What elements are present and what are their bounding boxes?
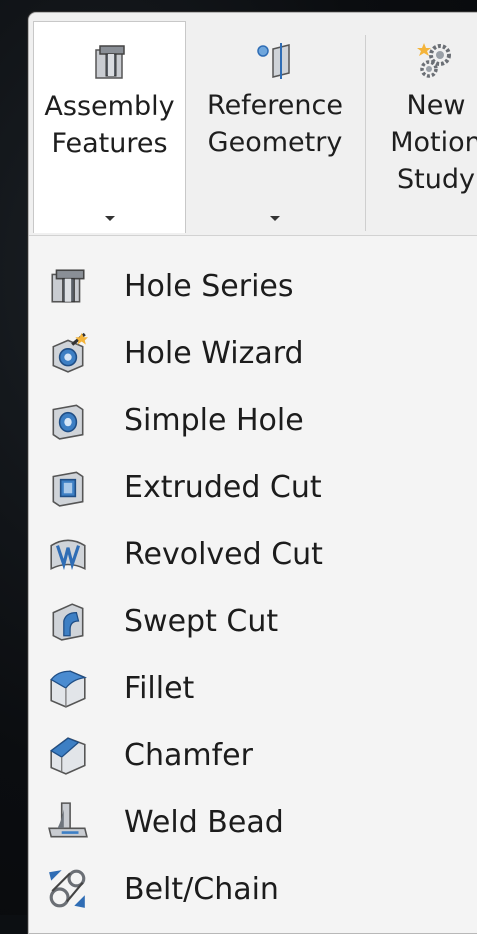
swept-cut-icon (52, 603, 84, 641)
new-motion-study-button[interactable]: New Motion Study (373, 21, 477, 233)
chevron-down-icon[interactable] (104, 216, 115, 221)
menu-item-label: Simple Hole (124, 402, 304, 438)
belt-chain-icon (49, 869, 86, 908)
revolved-cut-icon (50, 539, 86, 571)
commandmanager-panel: Assembly Features Reference Geometry New… (28, 12, 477, 934)
menu-item-belt-chain[interactable]: Belt/Chain (29, 859, 477, 919)
menu-item-weld-bead[interactable]: Weld Bead (29, 792, 477, 852)
menu-item-label: Hole Wizard (124, 335, 304, 371)
menu-item-label: Weld Bead (124, 804, 284, 840)
menu-item-label: Hole Series (124, 268, 294, 304)
extruded-cut-icon (52, 471, 84, 507)
menu-item-simple-hole[interactable]: Simple Hole (29, 390, 477, 450)
hole-series-icon (51, 269, 85, 303)
ribbon-divider (365, 35, 366, 231)
menu-item-hole-series[interactable]: Hole Series (29, 256, 477, 316)
menu-item-revolved-cut[interactable]: Revolved Cut (29, 524, 477, 584)
menu-item-label: Belt/Chain (124, 871, 279, 907)
reference-geometry-label-line1: Reference (207, 90, 343, 121)
menu-item-label: Swept Cut (124, 603, 279, 639)
menu-item-label: Extruded Cut (124, 469, 322, 505)
chevron-down-icon[interactable] (270, 216, 280, 221)
hole-wizard-icon (52, 332, 88, 373)
weld-bead-icon (48, 802, 88, 838)
reference-geometry-icon (257, 43, 290, 79)
menu-item-swept-cut[interactable]: Swept Cut (29, 591, 477, 651)
reference-geometry-label-line2: Geometry (207, 127, 343, 158)
menu-item-hole-wizard[interactable]: Hole Wizard (29, 323, 477, 383)
new-motion-study-label-line2: Motion (390, 127, 477, 158)
assembly-features-icon (94, 45, 125, 79)
assembly-features-label-line1: Assembly (44, 91, 175, 122)
new-motion-study-label-line3: Study (397, 164, 475, 195)
assembly-features-button[interactable]: Assembly Features (33, 21, 186, 233)
reference-geometry-button[interactable]: Reference Geometry (195, 21, 355, 233)
menu-item-label: Revolved Cut (124, 536, 323, 572)
assembly-features-label-line2: Features (51, 128, 168, 159)
ribbon-toolbar: Assembly Features Reference Geometry New… (29, 13, 477, 236)
new-motion-study-label-line1: New (406, 90, 466, 121)
menu-item-extruded-cut[interactable]: Extruded Cut (29, 457, 477, 517)
simple-hole-icon (52, 404, 84, 440)
menu-item-label: Fillet (124, 670, 195, 706)
motion-study-icon (417, 43, 451, 78)
menu-item-label: Chamfer (124, 737, 253, 773)
fillet-icon (50, 670, 88, 708)
menu-item-chamfer[interactable]: Chamfer (29, 725, 477, 785)
assembly-features-dropdown-menu: Hole Series Hole Wizard Simple Hole Extr… (29, 236, 477, 933)
chamfer-icon (50, 737, 86, 775)
menu-item-fillet[interactable]: Fillet (29, 658, 477, 718)
